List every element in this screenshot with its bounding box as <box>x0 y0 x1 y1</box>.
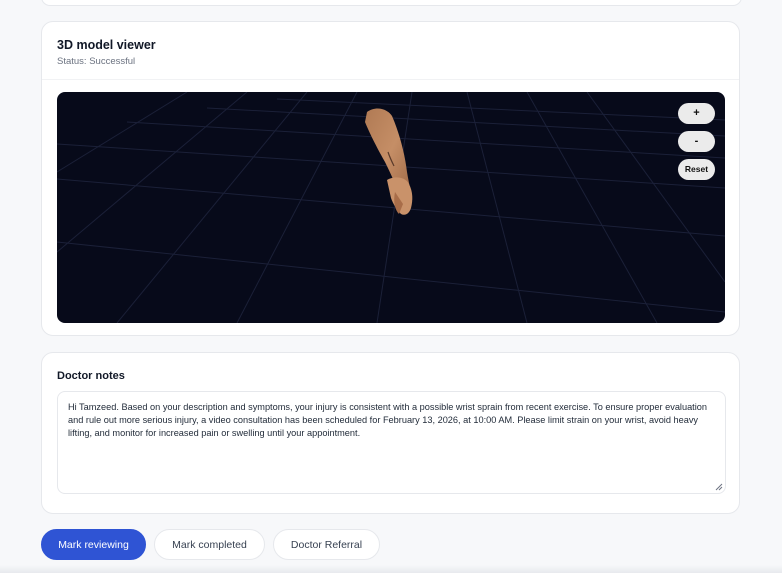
doctor-notes-text: Hi Tamzeed. Based on your description an… <box>68 402 707 438</box>
page: 3D model viewer Status: Successful + - R… <box>0 0 782 573</box>
action-bar: Mark reviewing Mark completed Doctor Ref… <box>41 529 380 560</box>
arm-model[interactable] <box>57 92 725 323</box>
model-viewer-status: Status: Successful <box>57 56 136 67</box>
reset-view-button[interactable]: Reset <box>678 159 715 180</box>
model-viewer-header: 3D model viewer Status: Successful <box>42 22 739 68</box>
resize-grip-icon[interactable] <box>715 483 723 491</box>
header-divider <box>42 79 739 80</box>
doctor-notes-card: Doctor notes Hi Tamzeed. Based on your d… <box>41 352 740 514</box>
mark-completed-button[interactable]: Mark completed <box>154 529 265 560</box>
bottom-scroll-shadow <box>0 565 782 573</box>
model-viewer-card: 3D model viewer Status: Successful + - R… <box>41 21 740 336</box>
zoom-in-button[interactable]: + <box>678 103 715 124</box>
doctor-notes-title: Doctor notes <box>57 370 125 382</box>
mark-reviewing-button[interactable]: Mark reviewing <box>41 529 146 560</box>
model-viewport[interactable]: + - Reset <box>57 92 725 323</box>
previous-card-edge <box>41 0 742 6</box>
doctor-referral-button[interactable]: Doctor Referral <box>273 529 380 560</box>
model-viewer-title: 3D model viewer <box>57 38 156 52</box>
doctor-notes-textarea[interactable]: Hi Tamzeed. Based on your description an… <box>57 391 726 494</box>
zoom-out-button[interactable]: - <box>678 131 715 152</box>
